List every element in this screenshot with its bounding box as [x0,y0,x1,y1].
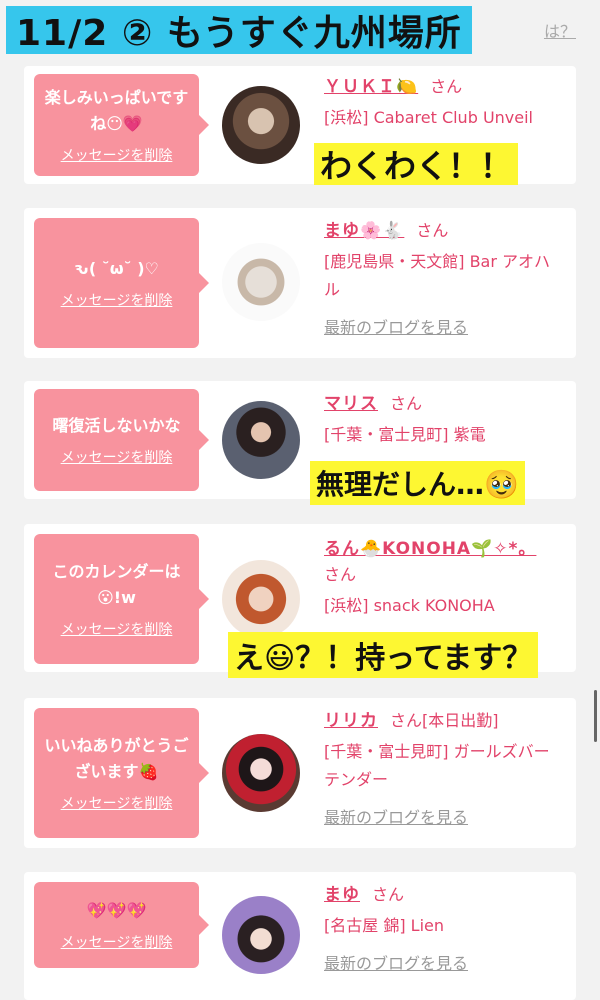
honorific: さん [390,711,423,730]
message-text: いいねありがとうございます🍓 [44,736,189,781]
profile-name-link[interactable]: ＹＵＫＩ🍋 [324,77,418,97]
message-bubble: 💖💖💖 メッセージを削除 [34,882,209,968]
message-bubble: ԅ( ˘ω˘ )♡ メッセージを削除 [34,218,209,348]
avatar[interactable] [222,734,300,812]
profile-name-link[interactable]: マリス [324,394,378,414]
message-text: ԅ( ˘ω˘ )♡ [74,259,159,278]
caption-overlay: 無理だしん…🥹 [310,461,525,505]
profile-info: まゆ🌸🐇 さん [鹿児島県・天文館] Bar アオハル 最新のブログを見る [324,218,566,338]
delete-message-link[interactable]: メッセージを削除 [42,793,191,813]
shop-name[interactable]: [浜松] Cabaret Club Unveil [324,104,566,132]
shop-name[interactable]: [千葉・富士見町] ガールズバー テンダー [324,738,566,794]
delete-message-link[interactable]: メッセージを削除 [42,619,191,639]
latest-blog-link[interactable]: 最新のブログを見る [324,804,566,828]
help-link[interactable]: は？ [544,18,576,42]
latest-blog-link[interactable]: 最新のブログを見る [324,314,566,338]
honorific: さん [416,221,449,240]
shop-name[interactable]: [千葉・富士見町] 紫電 [324,421,566,449]
delete-message-link[interactable]: メッセージを削除 [42,447,191,467]
avatar[interactable] [222,86,300,164]
delete-message-link[interactable]: メッセージを削除 [42,290,191,310]
honorific: さん [390,394,423,413]
profile-info: マリス さん [千葉・富士見町] 紫電 [324,391,566,449]
honorific: さん [324,565,357,584]
profile-name-link[interactable]: まゆ [324,885,360,905]
avatar[interactable] [222,401,300,479]
caption-overlay: え😃？！持ってます？ [228,632,539,678]
message-text: 💖💖💖 [86,901,147,920]
message-bubble: 曙復活しないかな メッセージを削除 [34,389,209,491]
favorite-card: ԅ( ˘ω˘ )♡ メッセージを削除 まゆ🌸🐇 さん [鹿児島県・天文館] Bar… [24,208,576,358]
page-banner-title: 11/2 ② もうすぐ九州場所 [6,6,472,54]
scrollbar[interactable] [594,690,597,742]
avatar[interactable] [222,560,300,638]
profile-name-link[interactable]: るん🐣KONOHA🌱✧*。 [324,539,536,559]
shop-name[interactable]: [名古屋 錦] Lien [324,912,566,940]
delete-message-link[interactable]: メッセージを削除 [42,932,191,952]
profile-info: まゆ さん [名古屋 錦] Lien 最新のブログを見る [324,882,566,974]
favorite-card: いいねありがとうございます🍓 メッセージを削除 リリカ さん[本日出勤] [千葉・… [24,698,576,848]
profile-info: リリカ さん[本日出勤] [千葉・富士見町] ガールズバー テンダー 最新のブログ… [324,708,566,828]
caption-overlay: わくわく！！ [314,143,519,185]
message-text: 楽しみいっぱいですね😶💗 [44,88,189,133]
latest-blog-link[interactable]: 最新のブログを見る [324,950,566,974]
profile-info: ＹＵＫＩ🍋 さん [浜松] Cabaret Club Unveil [324,74,566,132]
honorific: さん [430,77,463,96]
message-text: このカレンダーは😮!w [52,562,181,607]
shop-name[interactable]: [鹿児島県・天文館] Bar アオハル [324,248,566,304]
avatar[interactable] [222,243,300,321]
message-bubble: 楽しみいっぱいですね😶💗 メッセージを削除 [34,74,209,176]
message-bubble: このカレンダーは😮!w メッセージを削除 [34,534,209,664]
message-bubble: いいねありがとうございます🍓 メッセージを削除 [34,708,209,838]
work-status: [本日出勤] [422,711,499,730]
honorific: さん [372,885,405,904]
avatar[interactable] [222,896,300,974]
profile-name-link[interactable]: リリカ [324,711,378,731]
favorite-card: 💖💖💖 メッセージを削除 まゆ さん [名古屋 錦] Lien 最新のブログを見る [24,872,576,1000]
profile-info: るん🐣KONOHA🌱✧*。 さん [浜松] snack KONOHA [324,536,566,620]
shop-name[interactable]: [浜松] snack KONOHA [324,592,566,620]
message-text: 曙復活しないかな [52,416,181,435]
delete-message-link[interactable]: メッセージを削除 [42,145,191,165]
profile-name-link[interactable]: まゆ🌸🐇 [324,221,404,241]
